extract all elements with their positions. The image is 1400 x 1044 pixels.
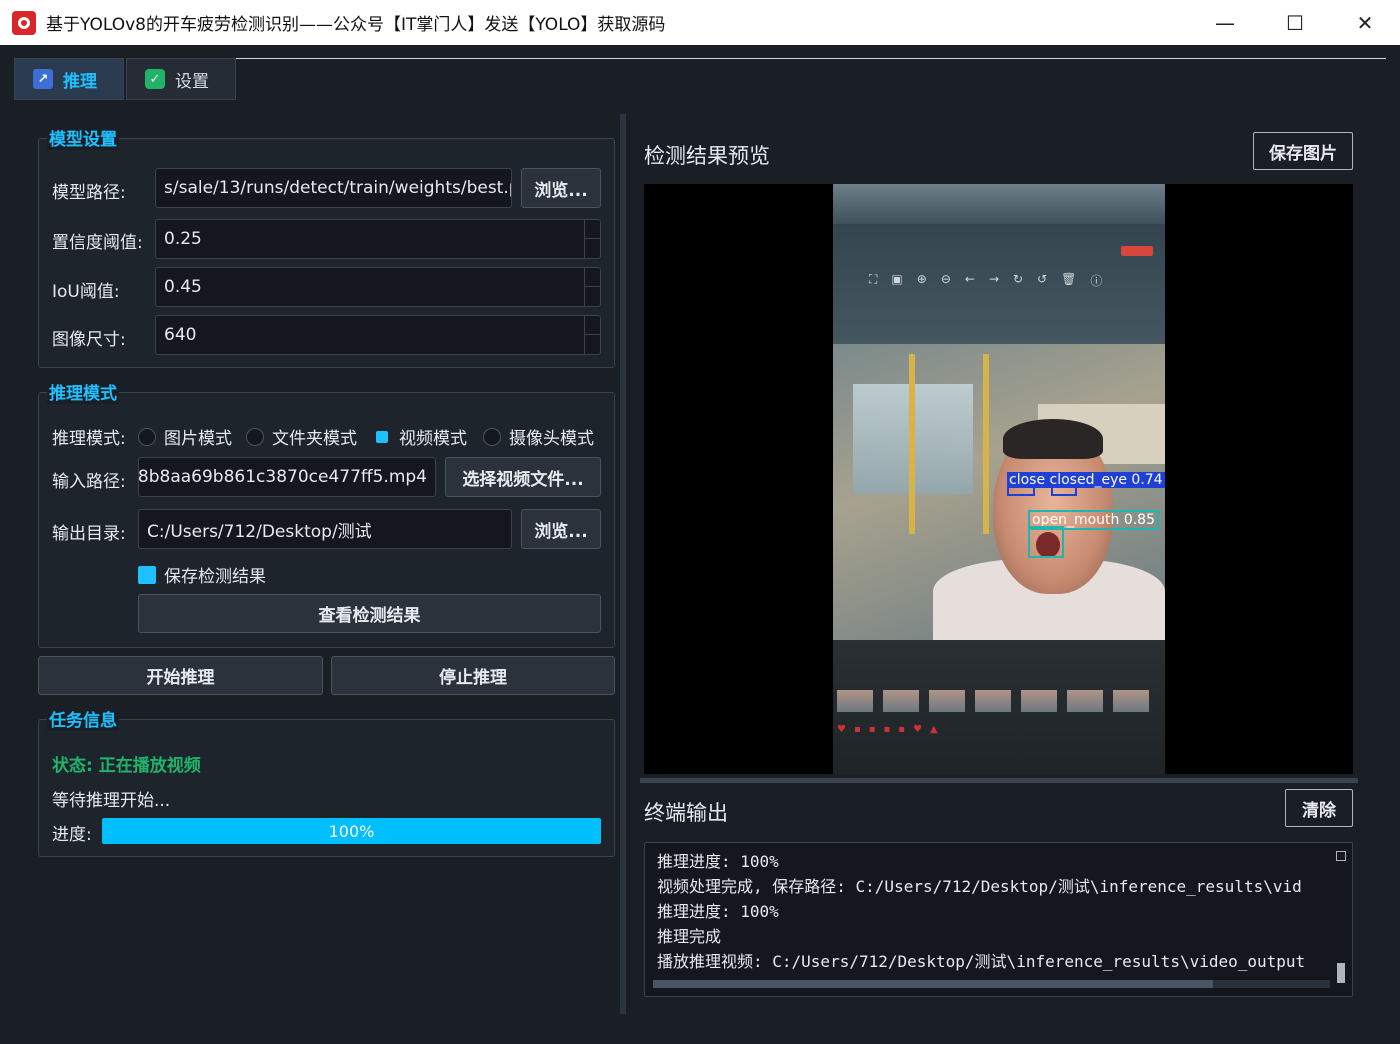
save-results-checkbox[interactable]: 保存检测结果 [138, 562, 266, 587]
progress-bar: 100% [102, 818, 601, 844]
tab-inference-label: 推理 [63, 71, 97, 92]
model-settings-title: 模型设置 [47, 125, 119, 150]
output-dir-label: 输出目录: [52, 524, 126, 544]
close-button[interactable]: ✕ [1330, 0, 1400, 45]
scroll-up-arrow-icon[interactable] [1336, 851, 1346, 861]
imgsz-label: 图像尺寸: [52, 330, 126, 350]
terminal-title: 终端输出 [644, 801, 728, 825]
chart-icon: ↗ [33, 69, 53, 89]
task-info-title: 任务信息 [47, 706, 119, 731]
terminal-hscroll-thumb[interactable] [653, 980, 1213, 988]
imgsz-value: 640 [164, 325, 197, 345]
iou-spinbox[interactable]: 0.45 [155, 267, 601, 307]
input-path-field[interactable]: ec8b8aa69b861c3870ce477ff5.mp4 [138, 457, 436, 497]
confidence-label: 置信度阈值: [52, 233, 143, 253]
photo-pole [983, 354, 989, 534]
iou-label: IoU阈值: [52, 282, 120, 302]
photo-taskbar-icons: ♥▪▪▪▪♥▲ [837, 724, 946, 735]
photo-viewer-toolbar: ⛶ ▣ ⊕ ⊖ ← → ↻ ↺ 🗑 ⓘ [869, 272, 1103, 288]
preview-terminal-divider[interactable] [640, 778, 1358, 783]
tab-settings[interactable]: ✓ 设置 [126, 58, 236, 100]
photo-hair [1003, 419, 1103, 459]
tab-bar: ↗ 推理 ✓ 设置 [14, 58, 236, 100]
terminal-line: 推理完成 [657, 927, 722, 946]
imgsz-spinbox[interactable]: 640 [155, 315, 601, 355]
confidence-spin-arrows[interactable] [584, 220, 600, 258]
mode-label: 推理模式: [52, 429, 126, 449]
model-path-label: 模型路径: [52, 183, 126, 203]
detection-box-eye-left [1007, 486, 1035, 496]
status-label: 状态: 正在播放视频 [52, 756, 201, 776]
radio-image-mode[interactable]: 图片模式 [138, 424, 232, 449]
radio-camera-label: 摄像头模式 [509, 429, 594, 449]
clear-button[interactable]: 清除 [1285, 789, 1353, 827]
photo-bus-interior [833, 344, 1165, 640]
start-inference-button[interactable]: 开始推理 [38, 656, 323, 695]
view-results-button[interactable]: 查看检测结果 [138, 594, 601, 633]
title-bar: 基于YOLOv8的开车疲劳检测识别——公众号【IT掌门人】发送【YOLO】获取源… [0, 0, 1400, 45]
terminal-vscroll-thumb[interactable] [1337, 963, 1345, 983]
model-path-input[interactable]: s/sale/13/runs/detect/train/weights/best… [155, 168, 512, 208]
terminal-line: 推理进度: 100% [657, 852, 779, 871]
save-results-indicator [138, 565, 156, 584]
inference-mode-title: 推理模式 [47, 379, 119, 404]
terminal-horizontal-scrollbar[interactable] [653, 980, 1330, 988]
output-browse-button[interactable]: 浏览... [521, 509, 601, 549]
tab-settings-label: 设置 [175, 71, 209, 92]
radio-folder-indicator [246, 427, 264, 446]
iou-spin-arrows[interactable] [584, 268, 600, 306]
radio-folder-mode[interactable]: 文件夹模式 [246, 424, 357, 449]
radio-image-label: 图片模式 [164, 429, 232, 449]
radio-video-indicator [376, 430, 388, 443]
detection-preview: ⛶ ▣ ⊕ ⊖ ← → ↻ ↺ 🗑 ⓘ ♥▪▪▪▪♥▲ close closed_eye 0.74… [644, 184, 1353, 774]
select-video-button[interactable]: 选择视频文件... [445, 457, 601, 497]
detection-box-mouth [1028, 526, 1064, 558]
progress-text: 100% [328, 821, 375, 841]
terminal-output[interactable]: 推理进度: 100% 视频处理完成, 保存路径: C:/Users/712/De… [644, 842, 1353, 997]
panel-splitter[interactable] [620, 114, 626, 1014]
status-message: 等待推理开始... [52, 791, 171, 811]
terminal-line: 播放推理视频: C:/Users/712/Desktop/测试\inferenc… [657, 952, 1306, 971]
tab-inference[interactable]: ↗ 推理 [14, 58, 124, 100]
photo-monitor-bezel [833, 184, 1165, 224]
input-path-label: 输入路径: [52, 472, 126, 492]
model-browse-button[interactable]: 浏览... [521, 168, 601, 208]
save-image-button[interactable]: 保存图片 [1253, 132, 1353, 170]
terminal-line: 视频处理完成, 保存路径: C:/Users/712/Desktop/测试\in… [657, 877, 1302, 896]
radio-camera-mode[interactable]: 摄像头模式 [483, 424, 594, 449]
tab-bar-divider [0, 45, 1400, 59]
imgsz-spin-arrows[interactable] [584, 316, 600, 354]
minimize-button[interactable]: — [1190, 0, 1260, 45]
photo-pole [909, 354, 915, 534]
preview-frame-image: ⛶ ▣ ⊕ ⊖ ← → ↻ ↺ 🗑 ⓘ ♥▪▪▪▪♥▲ close closed_eye 0.74… [833, 184, 1165, 774]
terminal-vertical-scrollbar[interactable] [1336, 851, 1346, 983]
iou-value: 0.45 [164, 277, 202, 297]
detection-box-eye-right [1051, 486, 1077, 496]
radio-folder-label: 文件夹模式 [272, 429, 357, 449]
stop-inference-button[interactable]: 停止推理 [331, 656, 615, 695]
check-icon: ✓ [145, 69, 165, 89]
preview-title: 检测结果预览 [644, 144, 770, 168]
confidence-value: 0.25 [164, 229, 202, 249]
terminal-line: 推理进度: 100% [657, 902, 779, 921]
maximize-button[interactable]: ☐ [1260, 0, 1330, 45]
output-dir-field[interactable]: C:/Users/712/Desktop/测试 [138, 509, 512, 549]
window-title: 基于YOLOv8的开车疲劳检测识别——公众号【IT掌门人】发送【YOLO】获取源… [46, 15, 666, 35]
radio-image-indicator [138, 427, 156, 446]
terminal-lines: 推理进度: 100% 视频处理完成, 保存路径: C:/Users/712/De… [657, 849, 1330, 974]
photo-red-tag [1121, 246, 1153, 256]
progress-label: 进度: [52, 825, 92, 845]
confidence-spinbox[interactable]: 0.25 [155, 219, 601, 259]
app-logo-icon [12, 10, 36, 35]
photo-thumbnail-strip [833, 690, 1149, 712]
radio-video-mode[interactable]: 视频模式 [373, 424, 467, 449]
save-results-label: 保存检测结果 [164, 567, 266, 587]
radio-camera-indicator [483, 427, 501, 446]
radio-video-label: 视频模式 [399, 429, 467, 449]
